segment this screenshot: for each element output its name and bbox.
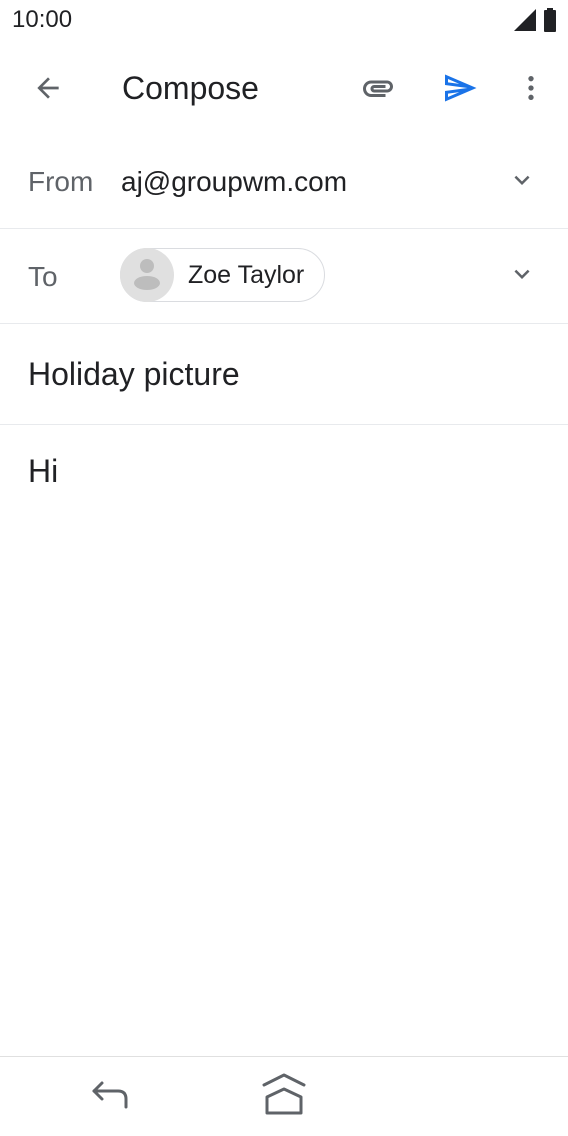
recipient-chip[interactable]: Zoe Taylor	[120, 248, 326, 302]
status-icons	[514, 8, 556, 37]
status-bar: 10:00	[0, 0, 568, 40]
signal-icon	[514, 9, 536, 36]
nav-back-button[interactable]	[84, 1075, 136, 1119]
back-button[interactable]	[20, 62, 76, 118]
subject-field[interactable]: Holiday picture	[28, 356, 240, 393]
send-icon	[442, 70, 478, 111]
recipient-name: Zoe Taylor	[188, 260, 305, 289]
from-account[interactable]: aj@groupwm.com	[121, 166, 347, 198]
system-nav-bar	[0, 1056, 568, 1136]
arrow-back-icon	[32, 72, 64, 109]
paperclip-icon	[360, 70, 396, 111]
app-bar: Compose	[0, 40, 568, 140]
to-dropdown-button[interactable]	[506, 260, 538, 292]
avatar	[120, 248, 174, 302]
subject-row[interactable]: Holiday picture	[0, 324, 568, 425]
from-dropdown-button[interactable]	[506, 166, 538, 198]
chevron-down-icon	[507, 165, 537, 200]
nav-back-icon	[88, 1077, 132, 1118]
to-label: To	[28, 261, 58, 292]
compose-screen: 10:00 Compose From aj@groupwm.com To Zoe…	[0, 0, 568, 1136]
more-vert-icon	[515, 72, 547, 109]
chevron-down-icon	[507, 259, 537, 294]
person-icon	[120, 248, 174, 302]
attach-button[interactable]	[350, 62, 406, 118]
battery-icon	[544, 8, 556, 37]
nav-home-icon	[259, 1071, 309, 1122]
from-label: From	[28, 166, 94, 197]
status-time: 10:00	[12, 6, 73, 33]
more-options-button[interactable]	[503, 62, 559, 118]
to-row[interactable]: To Zoe Taylor	[0, 229, 568, 324]
from-row[interactable]: From aj@groupwm.com	[0, 136, 568, 229]
send-button[interactable]	[432, 62, 488, 118]
page-title: Compose	[122, 70, 259, 106]
body-field[interactable]: Hi	[28, 453, 58, 490]
nav-home-button[interactable]	[256, 1071, 312, 1121]
